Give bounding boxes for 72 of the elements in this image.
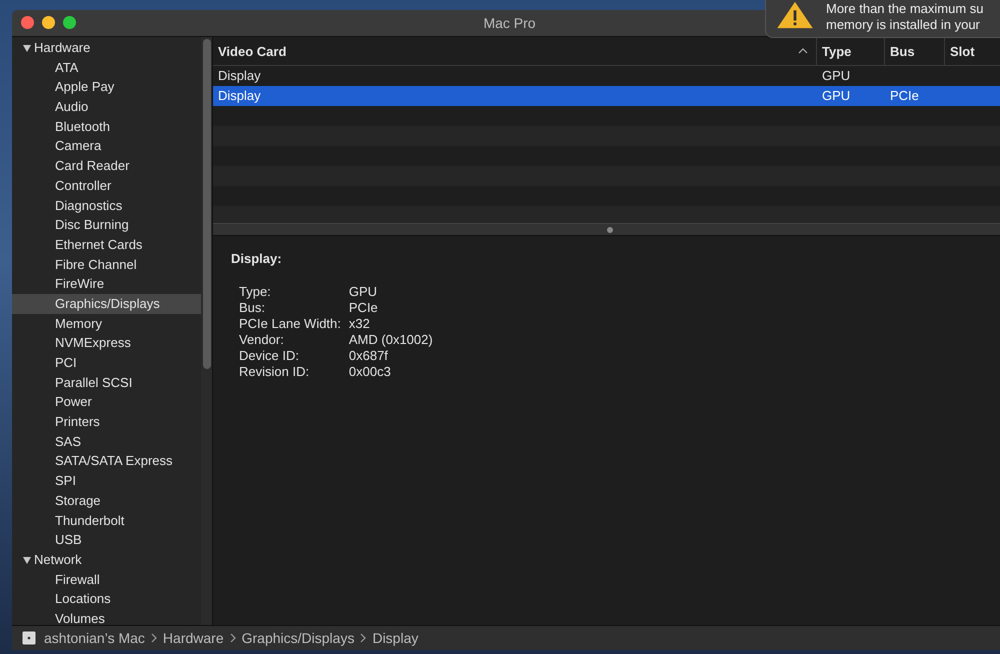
breadcrumb-item[interactable]: Graphics/Displays [242, 630, 354, 646]
table-cell: GPU [822, 68, 850, 83]
sidebar-item[interactable]: USB [12, 530, 201, 550]
chevron-icon [230, 633, 236, 643]
group-label: Network [34, 550, 82, 569]
zoom-button[interactable] [63, 16, 76, 29]
field-label: Device ID: [239, 348, 300, 364]
notification-banner[interactable]: More than the maximum su memory is installed in your [765, 0, 1000, 38]
sidebar-item[interactable]: Volumes [12, 608, 201, 629]
breadcrumb-item[interactable]: Hardware [162, 630, 224, 646]
sidebar-item[interactable]: Camera [12, 136, 201, 156]
sidebar-item[interactable]: SATA/SATA Express [12, 451, 201, 472]
sidebar-group[interactable]: Network [12, 550, 201, 570]
chevron-icon [360, 633, 366, 643]
field-value: 0x00c3 [348, 364, 392, 380]
sidebar-item[interactable]: SAS [12, 432, 201, 452]
table-cell: Display [218, 68, 261, 83]
sidebar-item[interactable]: ATA [12, 58, 201, 78]
detail-title: Display: [231, 251, 283, 266]
group-label: Hardware [34, 39, 90, 57]
sidebar-item[interactable]: Memory [12, 314, 201, 334]
close-button[interactable] [21, 16, 34, 29]
sidebar-item[interactable]: Parallel SCSI [12, 372, 201, 392]
notification-text: memory is installed in your [826, 17, 981, 33]
field-label: Vendor: [239, 332, 285, 348]
sidebar-item[interactable]: Firewall [12, 570, 201, 590]
sidebar-item[interactable]: Storage [12, 490, 201, 510]
field-label: Revision ID: [239, 364, 310, 380]
sidebar-item[interactable]: Diagnostics [12, 196, 201, 216]
field-value: PCIe [348, 300, 379, 316]
sidebar-item[interactable]: Locations [12, 589, 201, 609]
sidebar-group[interactable]: Hardware [12, 38, 201, 58]
warning-icon [776, 1, 814, 29]
breadcrumb-item[interactable]: ashtonian’s Mac [44, 630, 145, 646]
sidebar-item[interactable]: Audio [12, 97, 201, 117]
sidebar-item[interactable]: Controller [12, 176, 201, 196]
sidebar-item[interactable]: PCI [12, 353, 201, 373]
computer-icon [22, 631, 36, 645]
sidebar-item[interactable]: Bluetooth [12, 116, 201, 136]
sidebar-item[interactable]: Card Reader [12, 156, 201, 176]
field-value: GPU [348, 284, 378, 300]
field-value: x32 [348, 316, 371, 332]
window-title: Mac Pro [483, 15, 536, 31]
field-label: PCIe Lane Width: [239, 316, 341, 332]
table-cell: Display [218, 88, 261, 103]
chevron-icon [150, 633, 157, 643]
sidebar-item[interactable]: Graphics/Displays [12, 294, 201, 314]
scroll-bar[interactable] [201, 37, 212, 625]
minimize-button[interactable] [42, 16, 55, 29]
table-cell: PCIe [890, 88, 919, 103]
sidebar-item[interactable]: SPI [12, 471, 201, 491]
field-value: AMD (0x1002) [348, 332, 433, 348]
sidebar-item[interactable]: Power [12, 392, 201, 412]
sidebar-item[interactable]: Thunderbolt [12, 510, 201, 530]
field-label: Bus: [239, 300, 266, 316]
sidebar-item[interactable]: Apple Pay [12, 77, 201, 98]
table-cell: GPU [822, 88, 850, 103]
notification-text: More than the maximum su [826, 1, 984, 17]
split-handle[interactable] [213, 223, 1000, 236]
sidebar-item[interactable]: Printers [12, 412, 201, 432]
table-row[interactable]: Display GPU [213, 66, 1000, 86]
sidebar-item[interactable]: NVMExpress [12, 333, 201, 353]
sidebar-item[interactable]: Fibre Channel [12, 254, 201, 274]
sidebar-item[interactable]: FireWire [12, 274, 201, 294]
field-value: 0x687f [348, 348, 389, 364]
sidebar-item[interactable]: Ethernet Cards [12, 234, 201, 255]
disclosure-triangle-icon[interactable] [22, 42, 32, 53]
disclosure-triangle-icon[interactable] [22, 554, 32, 565]
table-row[interactable]: Display GPU PCIe [213, 86, 1000, 106]
sidebar-item[interactable]: Disc Burning [12, 215, 201, 235]
field-label: Type: [239, 284, 272, 300]
breadcrumb-item[interactable]: Display [372, 630, 418, 646]
